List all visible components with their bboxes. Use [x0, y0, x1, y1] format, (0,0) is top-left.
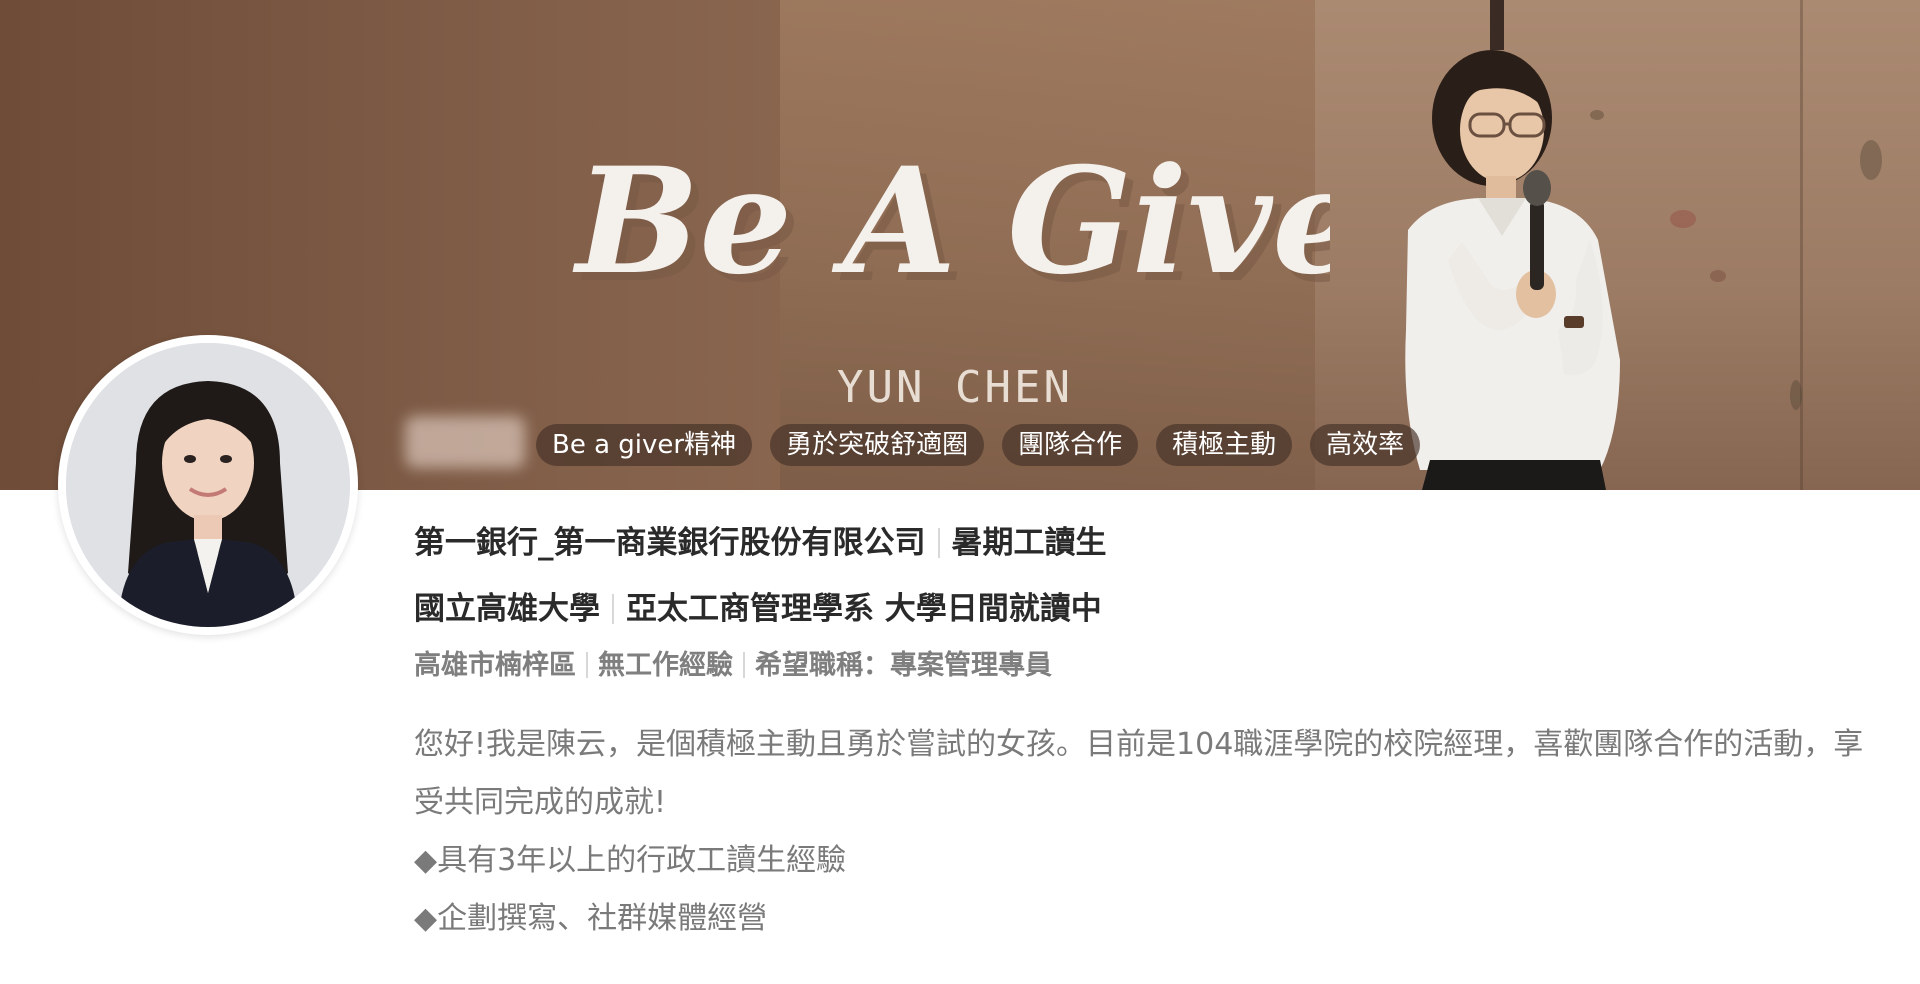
cover-title-text: Be A Giver [572, 136, 1330, 307]
skill-tag: Be a giver精神 [536, 424, 753, 466]
department-name: 亞太工商管理學系 大學日間就讀中 [626, 591, 1102, 627]
cover-speckle [1710, 270, 1726, 282]
speaker-photo [1350, 30, 1680, 490]
separator [612, 594, 614, 624]
about-intro: 您好!我是陳云，是個積極主動且勇於嘗試的女孩。目前是104職涯學院的校院經理，喜… [414, 727, 1864, 820]
separator [586, 652, 588, 678]
education: 國立高雄大學 亞太工商管理學系 大學日間就讀中 [414, 586, 1874, 632]
skill-tag: 團隊合作 [1002, 424, 1139, 466]
cover-speckle [1790, 380, 1802, 410]
company-name[interactable]: 第一銀行_第一商業銀行股份有限公司 [414, 525, 926, 561]
profile-info: 第一銀行_第一商業銀行股份有限公司 暑期工讀生 國立高雄大學 亞太工商管理學系 大學… [414, 520, 1874, 948]
cover-subtitle: YUN CHEN [837, 362, 1073, 413]
about-section: 您好!我是陳云，是個積極主動且勇於嘗試的女孩。目前是104職涯學院的校院經理，喜… [414, 716, 1874, 948]
cover-title: Be A Giver Be A Giver [570, 120, 1330, 310]
job-title: 暑期工讀生 [951, 525, 1107, 561]
separator [743, 652, 745, 678]
about-point: ◆具有3年以上的行政工讀生經驗 [414, 843, 847, 878]
profile-meta: 高雄市楠梓區 無工作經驗 希望職稱：專案管理專員 [414, 646, 1874, 686]
avatar-photo [66, 343, 350, 627]
avatar[interactable] [58, 335, 358, 635]
desired-title: 希望職稱：專案管理專員 [755, 650, 1052, 681]
separator [937, 528, 940, 558]
school-name[interactable]: 國立高雄大學 [414, 591, 600, 627]
work-experience: 無工作經驗 [598, 650, 733, 681]
cover-speckle [1860, 140, 1882, 180]
skill-tag: 高效率 [1310, 424, 1421, 466]
cover-divider [1800, 0, 1803, 490]
about-point: ◆企劃撰寫、社群媒體經營 [414, 901, 768, 936]
skill-tag: 積極主動 [1156, 424, 1293, 466]
skill-tag: 勇於突破舒適圈 [770, 424, 985, 466]
blurred-name [405, 416, 525, 468]
current-job: 第一銀行_第一商業銀行股份有限公司 暑期工讀生 [414, 520, 1874, 566]
skill-tags: Be a giver精神 勇於突破舒適圈 團隊合作 積極主動 高效率 [536, 424, 1421, 466]
location: 高雄市楠梓區 [414, 650, 576, 681]
profile-card: Be A Giver Be A Giver YUN CHEN [0, 0, 1920, 984]
